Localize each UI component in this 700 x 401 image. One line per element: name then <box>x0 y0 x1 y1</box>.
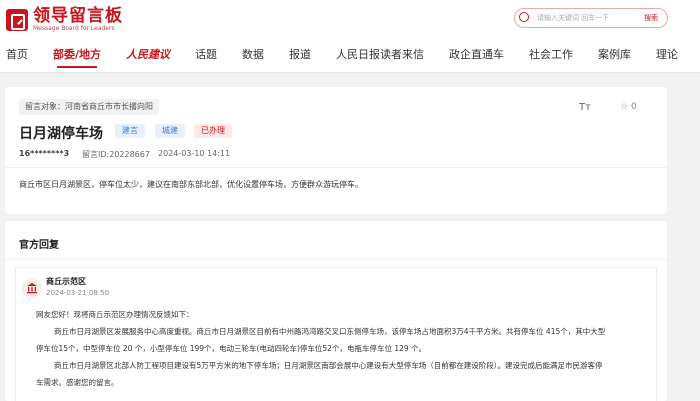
nav-item-topics[interactable]: 话题 <box>195 46 217 62</box>
top-header: 领导留言板 Message Board for Leaders 搜索 首页 部委… <box>0 0 700 73</box>
nav-item-people-suggestions[interactable]: 人民建议 <box>126 46 170 62</box>
message-id: 留言ID:20228667 <box>82 150 150 159</box>
search-box: 搜索 <box>514 8 668 28</box>
message-target[interactable]: 留言对象：河南省商丘市市长撂向阳 <box>19 99 159 115</box>
nav-item-social-work[interactable]: 社会工作 <box>529 46 573 62</box>
official-reply-card: 官方回复 商丘示范区 2024-03-21 08:50 网友您好！现将商丘示范区… <box>5 221 667 401</box>
reply-paragraph: 车需求。感谢您的留言。 <box>36 378 119 387</box>
reply-paragraph: 商丘市日月湖景区北部人防工程项目建设有5万平方米的地下停车场；日月湖景区南部会展… <box>54 361 603 370</box>
message-card: 留言对象：河南省商丘市市长撂向阳 Tт ☆ 0 日月湖停车场 建言 城建 已办理… <box>5 87 667 214</box>
nav-divider <box>0 72 700 73</box>
search-input[interactable] <box>537 12 631 24</box>
reply-paragraph: 停车位15个，中型停车位 20 个，小型停车位 199个，电动三轮车(电动四轮车… <box>36 344 427 353</box>
reply-body: 商丘示范区 2024-03-21 08:50 网友您好！现将商丘示范区办理情况反… <box>15 267 657 401</box>
star-icon: ☆ <box>620 102 629 112</box>
nav-item-theory[interactable]: 理论 <box>656 46 678 62</box>
message-title: 日月湖停车场 <box>19 126 103 142</box>
reply-org-name: 商丘示范区 <box>46 277 86 286</box>
reply-heading: 官方回复 <box>19 240 59 251</box>
nav-item-case-library[interactable]: 案例库 <box>598 46 631 62</box>
logo-subtitle: Message Board for Leaders <box>33 25 115 32</box>
favorite-button[interactable]: ☆ 0 <box>620 102 637 112</box>
logo-title: 领导留言板 <box>33 6 123 26</box>
favorite-count: 0 <box>630 102 637 112</box>
nav-item-enterprise-express[interactable]: 政企直通车 <box>449 46 504 62</box>
divider <box>5 259 667 260</box>
message-user: 16********3 <box>19 149 70 158</box>
reply-paragraph: 商丘市日月湖景区发展服务中心高度重视。商丘市日月湖景区目前有中州路鸿湾路交叉口东… <box>54 327 606 336</box>
tag-suggestion: 建言 <box>115 124 145 138</box>
government-building-icon <box>22 278 42 298</box>
message-date: 2024-03-10 14:11 <box>158 149 231 158</box>
nav-item-data[interactable]: 数据 <box>242 46 264 62</box>
tag-urban-construction: 城建 <box>155 124 185 138</box>
logo-mark-icon <box>6 9 28 31</box>
reply-date: 2024-03-21 08:50 <box>46 289 110 297</box>
nav-item-reader-letters[interactable]: 人民日报读者来信 <box>336 46 424 62</box>
nav-item-reports[interactable]: 报道 <box>289 46 311 62</box>
nav-item-home[interactable]: 首页 <box>6 46 28 62</box>
nav-item-ministries-local[interactable]: 部委/地方 <box>53 46 101 68</box>
divider <box>5 167 667 168</box>
search-icon <box>519 12 531 24</box>
main-nav: 首页 部委/地方 人民建议 话题 数据 报道 人民日报读者来信 政企直通车 社会… <box>0 44 700 68</box>
status-badge: 已办理 <box>194 124 232 138</box>
reply-paragraph: 网友您好！现将商丘示范区办理情况反馈如下： <box>36 310 194 319</box>
message-body: 商丘市区日月湖景区，停车位太少，建议在南部东部北部，优化设置停车场，方便群众游玩… <box>19 180 363 189</box>
site-logo[interactable]: 领导留言板 Message Board for Leaders <box>6 7 123 33</box>
search-button[interactable]: 搜索 <box>644 13 658 23</box>
font-size-icon[interactable]: Tт <box>579 102 591 113</box>
